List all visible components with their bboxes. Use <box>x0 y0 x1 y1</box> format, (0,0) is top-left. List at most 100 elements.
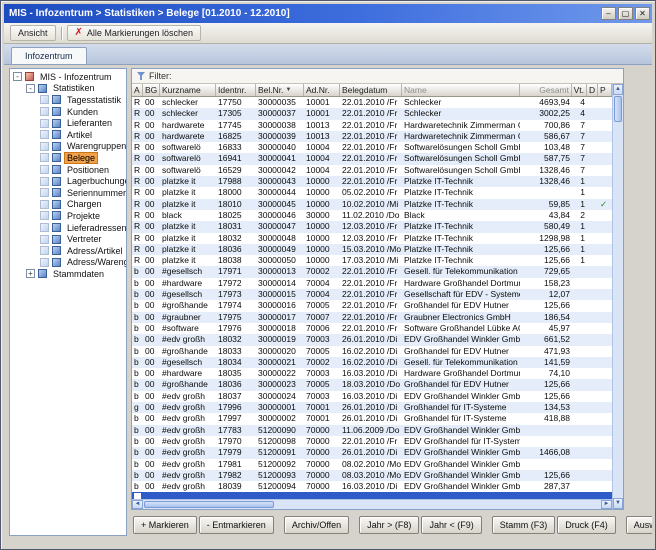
expand-icon[interactable]: + <box>26 269 35 278</box>
table-row[interactable]: R00hardwarete17745300000381001322.01.201… <box>132 120 612 131</box>
tab-infozentrum[interactable]: Infozentrum <box>11 47 87 64</box>
cell-gesamt: 287,37 <box>520 481 572 492</box>
table-row[interactable]: R00platzke it18000300000441000005.02.201… <box>132 187 612 198</box>
tree-item-kunden[interactable]: Kunden <box>10 106 126 118</box>
selected-empty-row[interactable] <box>132 492 612 499</box>
table-row[interactable]: R00softwarelö16833300000401000422.01.201… <box>132 142 612 153</box>
collapse-icon[interactable]: - <box>26 84 35 93</box>
tree-item-seriennummern[interactable]: Seriennummern <box>10 187 126 199</box>
horizontal-scrollbar[interactable]: ◄ ► <box>132 499 612 509</box>
column-header-p[interactable]: P <box>598 84 612 96</box>
horizontal-scroll-thumb[interactable] <box>144 501 274 508</box>
minimize-button[interactable]: – <box>601 7 616 20</box>
tree-item-belege[interactable]: Belege <box>10 152 126 164</box>
button-archiv-offen[interactable]: Archiv/Offen <box>284 516 349 534</box>
tree-item-warengruppen[interactable]: Warengruppen <box>10 141 126 153</box>
cell-vt: 2 <box>572 210 587 221</box>
column-header-a[interactable]: A <box>132 84 143 96</box>
tree-item-lagerbuchungen[interactable]: Lagerbuchungen <box>10 175 126 187</box>
table-row[interactable]: R00black18025300000463000011.02.2010 /Do… <box>132 210 612 221</box>
column-header-vt[interactable]: Vt. <box>572 84 587 96</box>
button-entmarkieren[interactable]: - Entmarkieren <box>199 516 274 534</box>
table-row[interactable]: R00platzke it18031300000471000012.03.201… <box>132 221 612 232</box>
tree-item-stammdaten[interactable]: +Stammdaten <box>10 268 126 280</box>
close-button[interactable]: ✕ <box>635 7 650 20</box>
table-row[interactable]: b00#edv großh17981512000927000008.02.201… <box>132 459 612 470</box>
tree-item-chargen[interactable]: Chargen <box>10 199 126 211</box>
scroll-up-icon[interactable]: ▲ <box>613 84 623 95</box>
scroll-right-icon[interactable]: ► <box>601 500 612 509</box>
table-row[interactable]: b00#gesellsch17973300000157000422.01.201… <box>132 289 612 300</box>
tree-item-vertreter[interactable]: Vertreter <box>10 233 126 245</box>
table-row[interactable]: b00#gesellsch17971300000137000222.01.201… <box>132 266 612 277</box>
column-header-belegdatum[interactable]: Belegdatum <box>340 84 402 96</box>
table-row[interactable]: R00platzke it18010300000451000010.02.201… <box>132 199 612 210</box>
filter-bar[interactable]: Filter: <box>132 69 623 84</box>
cell-belnr: 30000044 <box>256 187 304 198</box>
table-row[interactable]: b00#software17976300000187000622.01.2010… <box>132 323 612 334</box>
table-row[interactable]: R00platzke it17988300000431000022.01.201… <box>132 176 612 187</box>
table-row[interactable]: b00#edv großh18032300000197000326.01.201… <box>132 334 612 345</box>
scroll-down-icon[interactable]: ▼ <box>613 498 623 509</box>
table-row[interactable]: b00#edv großh17982512000937000008.03.201… <box>132 470 612 481</box>
table-row[interactable]: b00#edv großh17970512000987000022.01.201… <box>132 436 612 447</box>
table-row[interactable]: R00platzke it18032300000481000012.03.201… <box>132 233 612 244</box>
vertical-scrollbar[interactable]: ▲ ▼ <box>612 84 623 509</box>
ansicht-menu-button[interactable]: Ansicht <box>10 25 56 41</box>
table-row[interactable]: b00#edv großh17997300000027000126.01.201… <box>132 413 612 424</box>
column-header-adnr[interactable]: Ad.Nr. <box>304 84 340 96</box>
button-auswertung[interactable]: Auswertung <box>626 516 652 534</box>
table-row[interactable]: b00#hardware17972300000147000422.01.2010… <box>132 278 612 289</box>
collapse-icon[interactable]: - <box>13 72 22 81</box>
maximize-button[interactable]: ▢ <box>618 7 633 20</box>
button-stamm-f3[interactable]: Stamm (F3) <box>492 516 556 534</box>
table-row[interactable]: b00#großhande18036300000237000518.03.201… <box>132 379 612 390</box>
table-row[interactable]: R00platzke it18038300000501000017.03.201… <box>132 255 612 266</box>
tree-item-projekte[interactable]: Projekte <box>10 210 126 222</box>
table-row[interactable]: R00schlecker17750300000351000122.01.2010… <box>132 97 612 108</box>
table-row[interactable]: b00#großhande17974300000167000522.01.201… <box>132 300 612 311</box>
title-bar[interactable]: MIS - Infozentrum > Statistiken > Belege… <box>4 4 652 23</box>
button-markieren[interactable]: + Markieren <box>133 516 197 534</box>
table-row[interactable]: b00#edv großh17979512000917000026.01.201… <box>132 447 612 458</box>
cell-belnr: 30000001 <box>256 402 304 413</box>
table-row[interactable]: b00#graubner17975300000177000722.01.2010… <box>132 312 612 323</box>
table-row[interactable]: b00#großhande18033300000207000516.02.201… <box>132 346 612 357</box>
button-jahr-f8[interactable]: Jahr > (F8) <box>359 516 419 534</box>
vertical-scroll-thumb[interactable] <box>614 96 622 122</box>
button-jahr-f9[interactable]: Jahr < (F9) <box>421 516 481 534</box>
table-row[interactable]: b00#edv großh18037300000247000316.03.201… <box>132 391 612 402</box>
column-header-kurzname[interactable]: Kurzname <box>160 84 216 96</box>
tree-item-statistiken[interactable]: -Statistiken <box>10 83 126 95</box>
column-header-gesamt[interactable]: Gesamt <box>520 84 572 96</box>
tree-item-lieferadressen[interactable]: Lieferadressen <box>10 222 126 234</box>
column-header-belnr[interactable]: Bel.Nr.▼ <box>256 84 304 96</box>
table-row[interactable]: R00platzke it18036300000491000015.03.201… <box>132 244 612 255</box>
table-row[interactable]: b00#gesellsch18034300000217000216.02.201… <box>132 357 612 368</box>
table-row[interactable]: b00#hardware18035300000227000316.03.2010… <box>132 368 612 379</box>
column-header-name[interactable]: Name <box>402 84 520 96</box>
horizontal-scroll-track[interactable] <box>275 500 601 509</box>
scroll-left-icon[interactable]: ◄ <box>132 500 143 509</box>
tree-item-mis-infozentrum[interactable]: -MIS - Infozentrum <box>10 71 126 83</box>
column-header-bg[interactable]: BG <box>143 84 160 96</box>
vertical-scroll-track[interactable] <box>613 123 623 498</box>
table-row[interactable]: b00#edv großh18039512000947000016.03.201… <box>132 481 612 492</box>
clear-markings-button[interactable]: ✗ Alle Markierungen löschen <box>67 25 201 41</box>
table-row[interactable]: R00schlecker17305300000371000122.01.2010… <box>132 108 612 119</box>
tree-item-artikel[interactable]: Artikel <box>10 129 126 141</box>
cell-kurzname: black <box>160 210 216 221</box>
tree-item-lieferanten[interactable]: Lieferanten <box>10 117 126 129</box>
table-row[interactable]: R00hardwarete16825300000391001322.01.201… <box>132 131 612 142</box>
column-header-d[interactable]: D <box>587 84 598 96</box>
table-row[interactable]: R00softwarelö16941300000411000422.01.201… <box>132 153 612 164</box>
table-row[interactable]: R00softwarelö16529300000421000422.01.201… <box>132 165 612 176</box>
column-header-identnr[interactable]: Identnr. <box>216 84 256 96</box>
table-row[interactable]: g00#edv großh17996300000017000126.01.201… <box>132 402 612 413</box>
tree-item-positionen[interactable]: Positionen <box>10 164 126 176</box>
tree-item-tagesstatistik[interactable]: Tagesstatistik <box>10 94 126 106</box>
tree-item-adress-artikel[interactable]: Adress/Artikel <box>10 245 126 257</box>
button-druck-f4[interactable]: Druck (F4) <box>557 516 616 534</box>
tree-item-adress-warengruppen[interactable]: Adress/Warengruppen <box>10 257 126 269</box>
table-row[interactable]: b00#edv großh17783512000907000011.06.200… <box>132 425 612 436</box>
